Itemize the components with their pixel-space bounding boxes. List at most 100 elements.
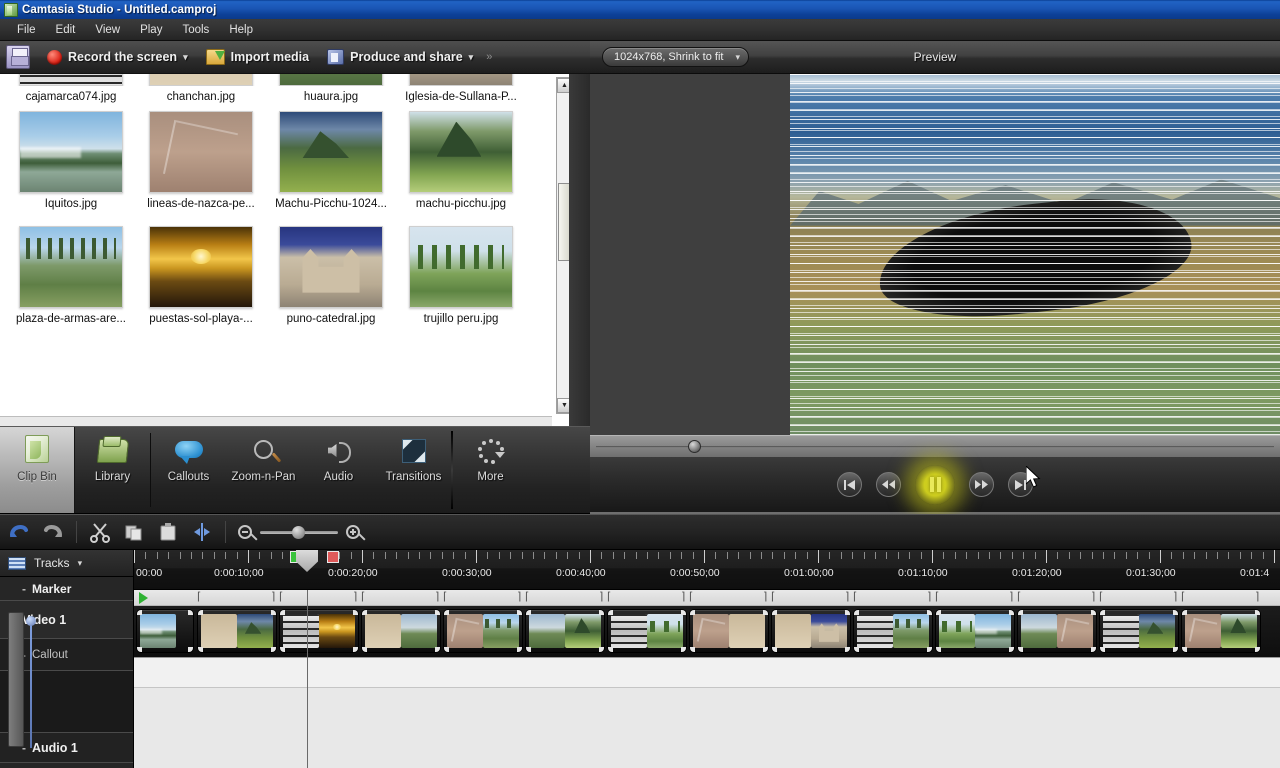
marker-bracket[interactable]: ⌈ (771, 592, 775, 603)
copy-icon[interactable] (123, 521, 145, 543)
clip-thumbnail[interactable] (19, 74, 123, 86)
redo-icon[interactable] (42, 521, 64, 543)
clip-thumbnail[interactable] (19, 226, 123, 308)
clip-resize-handle[interactable] (137, 647, 142, 652)
clip-resize-handle[interactable] (608, 610, 613, 615)
clip-thumbnail[interactable] (279, 111, 383, 193)
track-header-marker[interactable]: - Marker (0, 577, 133, 601)
clip-thumbnail[interactable] (409, 226, 513, 308)
zoom-slider-track[interactable] (260, 525, 338, 539)
produce-and-share-button[interactable]: Produce and share ▾ (320, 46, 480, 68)
marker-bracket[interactable]: ⌉ (1173, 592, 1177, 603)
marker-bracket[interactable]: ⌉ (517, 592, 521, 603)
marker-bracket[interactable]: ⌈ (935, 592, 939, 603)
menu-help[interactable]: Help (220, 22, 262, 38)
clip-resize-handle[interactable] (681, 647, 686, 652)
clip-thumbnail[interactable] (279, 226, 383, 308)
clip-resize-handle[interactable] (198, 647, 203, 652)
clip-resize-handle[interactable] (763, 647, 768, 652)
zoom-in-icon[interactable] (346, 525, 360, 539)
tab-library[interactable]: Library (75, 427, 150, 513)
timeline-clip[interactable] (1017, 609, 1097, 653)
marker-bracket[interactable]: ⌈ (1181, 592, 1185, 603)
timeline-clip[interactable] (279, 609, 359, 653)
clip-resize-handle[interactable] (1091, 647, 1096, 652)
marker-bracket[interactable]: ⌉ (845, 592, 849, 603)
tab-callouts[interactable]: Callouts (151, 427, 226, 513)
clip-thumbnail[interactable] (149, 111, 253, 193)
timeline-clip[interactable] (607, 609, 687, 653)
clip-resize-handle[interactable] (188, 610, 193, 615)
clip-item[interactable]: lineas-de-nazca-pe... (136, 111, 266, 210)
clip-thumbnail[interactable] (409, 74, 513, 86)
timeline-clip[interactable] (771, 609, 851, 653)
clip-item[interactable] (266, 74, 396, 86)
clip-resize-handle[interactable] (1100, 647, 1105, 652)
clip-resize-handle[interactable] (188, 647, 193, 652)
clip-item[interactable]: Machu-Picchu-1024... (266, 111, 396, 210)
clip-resize-handle[interactable] (271, 610, 276, 615)
tab-clip-bin[interactable]: Clip Bin (0, 427, 75, 513)
tracks-menu[interactable]: Tracks ▾ (0, 550, 133, 577)
save-disk-icon[interactable] (6, 45, 30, 69)
clip-resize-handle[interactable] (1018, 647, 1023, 652)
marker-bracket[interactable]: ⌈ (689, 592, 693, 603)
clip-resize-handle[interactable] (362, 610, 367, 615)
clip-resize-handle[interactable] (772, 610, 777, 615)
clip-item[interactable]: machu-picchu.jpg (396, 111, 526, 210)
timeline-clip[interactable] (1099, 609, 1179, 653)
jump-to-end-button[interactable] (1008, 472, 1033, 497)
timeline-clip[interactable] (689, 609, 769, 653)
clip-resize-handle[interactable] (198, 610, 203, 615)
marker-bracket[interactable]: ⌈ (1099, 592, 1103, 603)
record-the-screen-button[interactable]: Record the screen ▾ (40, 47, 195, 68)
timeline-zoom-slider[interactable] (238, 525, 360, 539)
menu-edit[interactable]: Edit (47, 22, 85, 38)
clip-resize-handle[interactable] (936, 610, 941, 615)
clip-thumbnail[interactable] (149, 74, 253, 86)
tab-more[interactable]: More (453, 427, 528, 513)
undo-icon[interactable] (8, 521, 30, 543)
clip-resize-handle[interactable] (1173, 647, 1178, 652)
marker-bracket[interactable]: ⌉ (435, 592, 439, 603)
clip-resize-handle[interactable] (1255, 610, 1260, 615)
paste-icon[interactable] (157, 521, 179, 543)
clip-resize-handle[interactable] (854, 647, 859, 652)
video-track-1[interactable] (134, 606, 1280, 658)
clip-item[interactable] (136, 74, 266, 86)
clip-resize-handle[interactable] (280, 610, 285, 615)
timeline-clip[interactable] (1181, 609, 1261, 653)
clip-resize-handle[interactable] (517, 647, 522, 652)
marker-bracket[interactable]: ⌈ (525, 592, 529, 603)
preview-video-frame[interactable] (790, 74, 1280, 435)
clip-resize-handle[interactable] (526, 647, 531, 652)
chevron-down-icon[interactable]: ▾ (735, 52, 740, 62)
clip-resize-handle[interactable] (690, 610, 695, 615)
clip-resize-handle[interactable] (599, 647, 604, 652)
clip-resize-handle[interactable] (1182, 610, 1187, 615)
clip-thumbnail[interactable] (149, 226, 253, 308)
clip-resize-handle[interactable] (690, 647, 695, 652)
clip-resize-handle[interactable] (435, 647, 440, 652)
clip-thumbnail[interactable] (19, 111, 123, 193)
timeline-clip[interactable] (853, 609, 933, 653)
clip-resize-handle[interactable] (137, 610, 142, 615)
menu-play[interactable]: Play (131, 22, 171, 38)
clip-item[interactable]: puestas-sol-playa-... (136, 226, 266, 325)
marker-bracket[interactable]: ⌈ (1017, 592, 1021, 603)
clip-resize-handle[interactable] (517, 610, 522, 615)
clip-resize-handle[interactable] (681, 610, 686, 615)
timeline-clip[interactable] (136, 609, 194, 653)
clip-resize-handle[interactable] (599, 610, 604, 615)
collapse-icon[interactable]: - (22, 582, 26, 596)
clip-item[interactable] (6, 74, 136, 86)
preview-dimension-select[interactable]: 1024x768, Shrink to fit ▾ (602, 47, 749, 67)
timeline-clip[interactable] (935, 609, 1015, 653)
marker-bracket[interactable]: ⌉ (353, 592, 357, 603)
chevron-down-icon[interactable]: ▾ (78, 558, 83, 568)
clip-resize-handle[interactable] (1255, 647, 1260, 652)
clip-resize-handle[interactable] (353, 647, 358, 652)
clip-resize-handle[interactable] (854, 610, 859, 615)
clip-resize-handle[interactable] (435, 610, 440, 615)
clip-resize-handle[interactable] (271, 647, 276, 652)
